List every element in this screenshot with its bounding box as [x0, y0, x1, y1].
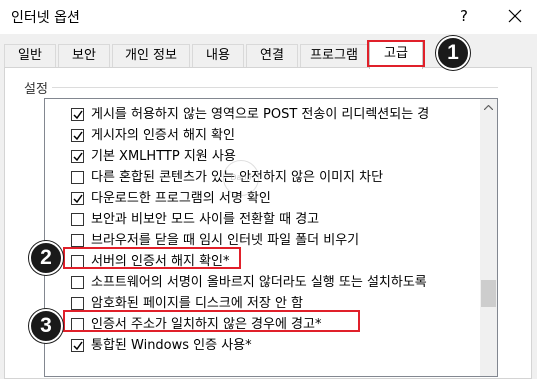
vertical-scrollbar[interactable]	[480, 99, 497, 376]
callout-2: 2	[29, 241, 63, 275]
check-icon	[73, 110, 83, 120]
callout-3: 3	[29, 309, 63, 343]
tab-general[interactable]: 일반	[4, 44, 56, 67]
checkbox[interactable]	[71, 339, 84, 352]
help-button[interactable]: ?	[450, 3, 478, 29]
settings-group-label: 설정	[22, 78, 50, 97]
title-bar: 인터넷 옵션 ?	[0, 0, 537, 34]
watermark-logo: Dapp	[223, 160, 259, 196]
checkbox[interactable]	[71, 171, 84, 184]
item-label: 소프트웨어의 서명이 올바르지 않더라도 실행 또는 설치하도록	[91, 275, 427, 290]
chevron-up-icon	[484, 105, 493, 110]
tab-content[interactable]: 내용	[192, 44, 244, 67]
window-title: 인터넷 옵션	[11, 10, 80, 26]
check-icon	[73, 341, 83, 351]
scroll-thumb[interactable]	[481, 280, 496, 307]
tab-connections[interactable]: 연결	[246, 44, 298, 67]
tab-programs[interactable]: 프로그램	[300, 44, 368, 67]
close-button[interactable]	[499, 3, 531, 29]
settings-list[interactable]: 게시를 허용하지 않는 영역으로 POST 전송이 리디렉션되는 경 게시자의 …	[44, 98, 498, 377]
check-icon	[73, 194, 83, 204]
checkbox[interactable]	[71, 192, 84, 205]
checkbox[interactable]	[71, 108, 84, 121]
item-label: 통합된 Windows 인증 사용*	[91, 338, 252, 353]
checkbox[interactable]	[71, 276, 84, 289]
checkbox[interactable]	[71, 129, 84, 142]
scroll-up-button[interactable]	[480, 99, 497, 116]
group-divider	[52, 87, 498, 88]
server-cert-highlight	[63, 247, 241, 269]
callout-1: 1	[436, 36, 470, 70]
advanced-tab-highlight	[367, 40, 425, 67]
item-label: 게시자의 인증서 해지 확인	[91, 128, 235, 143]
tab-security[interactable]: 보안	[58, 44, 110, 67]
cert-mismatch-highlight	[63, 310, 360, 332]
checkbox[interactable]	[71, 213, 84, 226]
checkbox[interactable]	[71, 234, 84, 247]
check-icon	[73, 131, 83, 141]
checkbox[interactable]	[71, 297, 84, 310]
tab-privacy[interactable]: 개인 정보	[112, 44, 190, 67]
close-icon	[508, 9, 522, 23]
item-label: 기본 XMLHTTP 지원 사용	[91, 149, 236, 164]
checkbox[interactable]	[71, 150, 84, 163]
item-label: 게시를 허용하지 않는 영역으로 POST 전송이 리디렉션되는 경	[91, 107, 430, 122]
item-label: 보안과 비보안 모드 사이를 전환할 때 경고	[91, 212, 320, 227]
check-icon	[73, 152, 83, 162]
